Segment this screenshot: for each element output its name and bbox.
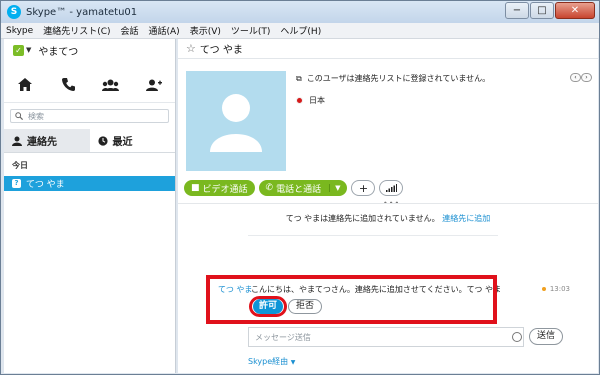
menu-call[interactable]: 通話(A) <box>144 24 185 37</box>
info-icon: ⧉ <box>296 73 302 83</box>
tab-recent[interactable]: 最近 <box>90 129 176 152</box>
clock-icon <box>97 135 108 146</box>
reject-button[interactable]: 拒否 <box>288 299 322 314</box>
message-time-text: 13:03 <box>549 285 570 293</box>
contact-list-item[interactable]: ? てつ やま <box>4 176 175 191</box>
accept-button[interactable]: 許可 <box>253 299 283 314</box>
tab-contacts-label: 連絡先 <box>27 137 57 148</box>
not-added-banner: てつ やまは連絡先に追加されていません。 連絡先に追加 <box>178 213 598 224</box>
call-button[interactable]: ✆ 電話と通話 ▼ <box>258 180 348 196</box>
favorite-star-icon[interactable]: ☆ <box>186 42 196 55</box>
person-icon <box>12 136 22 146</box>
call-label: 電話と通話 <box>276 184 322 195</box>
menu-conversation[interactable]: 会話 <box>116 24 144 37</box>
emoticon-icon[interactable] <box>512 332 522 342</box>
call-quality-button[interactable] <box>379 180 404 196</box>
prev-arrow-icon[interactable]: ‹ <box>570 73 581 82</box>
group-icon[interactable] <box>101 75 121 95</box>
skype-window: S Skype™ - yamatetu01 − □ ✕ Skype 連絡先リスト… <box>0 0 600 375</box>
call-actions: ■ ビデオ通話 ✆ 電話と通話 ▼ + <box>184 180 404 196</box>
phone-icon: ✆ <box>265 183 274 193</box>
video-call-label: ビデオ通話 <box>202 184 248 195</box>
country-text: 日本 <box>309 96 325 105</box>
video-camera-icon: ■ <box>191 183 200 193</box>
message-input[interactable]: メッセージ送信 <box>248 327 524 347</box>
japan-flag-icon <box>296 97 303 104</box>
sidebar: ✓ ▼ やまてつ 検索 連絡先 最近 今日 ? てつ やま <box>4 39 176 373</box>
add-contact-icon[interactable] <box>144 75 164 95</box>
section-today: 今日 <box>12 161 28 170</box>
profile-bar[interactable]: ✓ ▼ やまてつ <box>4 39 175 61</box>
profile-name: やまてつ <box>38 46 79 58</box>
contact-request-message: こんにちは、やまてつさん。連絡先に追加させてください。てつ やま <box>251 285 501 294</box>
contact-name: てつ やま <box>26 180 65 190</box>
divider <box>178 203 598 204</box>
minimize-button[interactable]: − <box>505 2 529 19</box>
next-arrow-icon[interactable]: › <box>581 73 592 82</box>
sidebar-nav <box>4 67 175 103</box>
chevron-down-icon[interactable]: ▼ <box>26 46 31 54</box>
tab-contacts[interactable]: 連絡先 <box>4 129 90 152</box>
signal-bars-icon <box>385 184 397 192</box>
home-icon[interactable] <box>15 75 35 95</box>
menu-view[interactable]: 表示(V) <box>185 24 226 37</box>
profile-pager: ‹ › <box>570 73 592 82</box>
default-avatar-icon <box>210 94 262 152</box>
add-to-contacts-link[interactable]: 連絡先に追加 <box>442 214 490 223</box>
search-placeholder: 検索 <box>28 111 44 121</box>
video-call-button[interactable]: ■ ビデオ通話 <box>184 180 255 196</box>
chevron-down-icon[interactable]: ▼ <box>329 184 340 192</box>
conversation-header: ☆ てつ やま <box>178 39 598 59</box>
tab-recent-label: 最近 <box>112 137 133 148</box>
menu-contacts[interactable]: 連絡先リスト(C) <box>38 24 115 37</box>
send-button[interactable]: 送信 <box>529 328 563 345</box>
message-input-placeholder: メッセージ送信 <box>255 333 311 342</box>
sidebar-tabs: 連絡先 最近 <box>4 129 175 153</box>
add-button[interactable]: + <box>351 180 376 196</box>
search-icon <box>15 112 23 120</box>
status-dot-icon <box>541 287 546 291</box>
country-row: 日本 <box>296 95 325 106</box>
close-button[interactable]: ✕ <box>555 2 595 19</box>
window-title: Skype™ - yamatetu01 <box>26 6 138 18</box>
via-label: Skype経由 <box>248 357 289 366</box>
plus-icon: + <box>358 181 369 195</box>
annotation-highlight-box <box>206 275 497 324</box>
phone-icon[interactable] <box>58 75 78 95</box>
skype-app-icon: S <box>7 5 21 19</box>
message-sender[interactable]: てつ やま <box>218 284 252 295</box>
conversation-pane: ☆ てつ やま ⧉ このユーザは連絡先リストに登録されていません。 日本 ‹ ›… <box>178 39 598 373</box>
menu-skype[interactable]: Skype <box>1 26 38 36</box>
online-status-icon[interactable]: ✓ <box>13 44 24 56</box>
conversation-contact-name: てつ やま <box>199 45 243 56</box>
not-in-list-text: このユーザは連絡先リストに登録されていません。 <box>306 74 491 83</box>
via-skype-selector[interactable]: Skype経由 ▼ <box>248 356 295 367</box>
banner-text: てつ やまは連絡先に追加されていません。 <box>285 214 440 223</box>
menu-help[interactable]: ヘルプ(H) <box>275 24 326 37</box>
avatar <box>186 71 286 171</box>
divider <box>248 235 498 236</box>
message-time: 13:03 <box>541 285 570 293</box>
window-controls: − □ ✕ <box>505 2 595 19</box>
maximize-button[interactable]: □ <box>530 2 554 19</box>
contact-pending-icon: ? <box>12 179 21 188</box>
not-in-list-row: ⧉ このユーザは連絡先リストに登録されていません。 <box>296 73 490 84</box>
chevron-down-icon: ▼ <box>290 359 296 366</box>
title-bar[interactable]: S Skype™ - yamatetu01 − □ ✕ <box>1 1 599 23</box>
menu-bar: Skype 連絡先リスト(C) 会話 通話(A) 表示(V) ツール(T) ヘル… <box>1 23 599 39</box>
menu-tools[interactable]: ツール(T) <box>226 24 276 37</box>
search-input[interactable]: 検索 <box>10 109 169 123</box>
